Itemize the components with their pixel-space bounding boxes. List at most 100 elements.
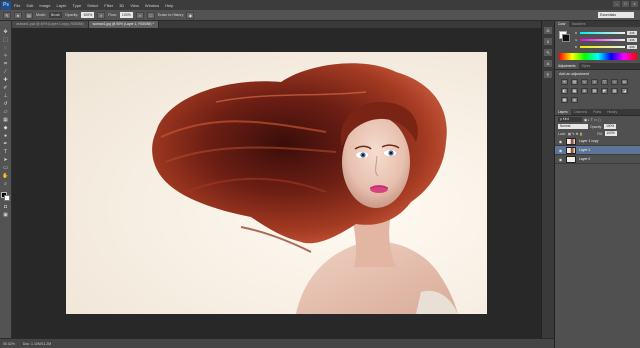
blur-tool-icon[interactable]: ◆ — [2, 125, 10, 131]
menu-3d[interactable]: 3D — [116, 3, 127, 8]
green-value[interactable]: 236 — [627, 38, 637, 42]
history-panel-icon[interactable]: ⎌ — [544, 27, 552, 34]
color-spectrum[interactable] — [559, 53, 637, 60]
visibility-eye-icon[interactable]: ◉ — [558, 157, 563, 162]
type-tool-icon[interactable]: T — [2, 149, 10, 155]
brush-tool-icon[interactable]: ✐ — [2, 85, 10, 91]
photo-filter-icon[interactable]: ▩ — [571, 88, 578, 94]
fill-field[interactable]: 100% — [604, 131, 617, 136]
blue-track[interactable] — [580, 46, 625, 48]
levels-icon[interactable]: ▥ — [571, 79, 578, 85]
layer-opacity-field[interactable]: 100% — [604, 124, 617, 129]
maximize-button[interactable]: □ — [622, 1, 629, 7]
bw-icon[interactable]: ◧ — [561, 88, 568, 94]
menu-type[interactable]: Type — [70, 3, 85, 8]
zoom-tool-icon[interactable]: ⌕ — [2, 181, 10, 187]
paragraph-panel-icon[interactable]: ¶ — [544, 71, 552, 78]
brush-panel-icon[interactable]: ▤ — [25, 11, 33, 19]
gradient-map-icon[interactable]: ▦ — [561, 97, 568, 103]
brightness-icon[interactable]: ☀ — [561, 79, 568, 85]
erase-to-history-checkbox[interactable]: □ — [146, 11, 155, 19]
path-select-tool-icon[interactable]: ➤ — [2, 157, 10, 163]
marquee-tool-icon[interactable]: ⬚ — [2, 37, 10, 43]
properties-panel-icon[interactable]: ℹ — [544, 38, 552, 45]
posterize-icon[interactable]: ▨ — [611, 88, 618, 94]
mixer-icon[interactable]: ⊕ — [581, 88, 588, 94]
flow-field[interactable]: 100% — [119, 12, 133, 18]
threshold-icon[interactable]: ◪ — [621, 88, 628, 94]
visibility-eye-icon[interactable]: ◉ — [558, 148, 563, 153]
tab-woman1-jpg[interactable]: woman1.jpg @ 50% (Layer 1, RGB/8#) * — [88, 21, 159, 28]
visibility-eye-icon[interactable]: ◉ — [558, 139, 563, 144]
red-slider[interactable]: R 236 — [575, 31, 637, 35]
close-button[interactable]: × — [631, 1, 638, 7]
minimize-button[interactable]: – — [613, 1, 620, 7]
character-panel-icon[interactable]: A — [544, 60, 552, 67]
gradient-tool-icon[interactable]: ▦ — [2, 117, 10, 123]
clone-stamp-tool-icon[interactable]: ⊥ — [2, 93, 10, 99]
eraser-tool-preset-icon[interactable]: ✎ — [3, 11, 11, 19]
pen-tool-icon[interactable]: ✒ — [2, 141, 10, 147]
document-image[interactable] — [66, 52, 487, 314]
eraser-tool-icon[interactable]: ▱ — [2, 109, 10, 115]
airbrush-icon[interactable]: ≈ — [135, 11, 144, 19]
brush-size-icon[interactable]: ● — [14, 11, 22, 19]
screen-mode-icon[interactable]: ▣ — [2, 212, 10, 218]
lock-icons[interactable]: ▦ ✎ ✥ 🔒 — [568, 132, 584, 136]
layer-row[interactable]: ◉ Layer 1 — [555, 146, 640, 155]
healing-brush-tool-icon[interactable]: ✚ — [2, 77, 10, 83]
pressure-size-icon[interactable]: ◉ — [186, 11, 195, 19]
opacity-field[interactable]: 100% — [81, 12, 95, 18]
menu-file[interactable]: File — [11, 3, 23, 8]
layer-row[interactable]: ◉ Layer 1 copy — [555, 137, 640, 146]
canvas-area[interactable] — [12, 28, 554, 338]
menu-image[interactable]: Image — [36, 3, 53, 8]
invert-icon[interactable]: ◩ — [601, 88, 608, 94]
menu-select[interactable]: Select — [84, 3, 101, 8]
exposure-icon[interactable]: ± — [591, 79, 598, 85]
vibrance-icon[interactable]: ▽ — [601, 79, 608, 85]
curves-icon[interactable]: ∿ — [581, 79, 588, 85]
green-slider[interactable]: G 236 — [575, 38, 637, 42]
blend-mode-select[interactable]: Normal — [558, 124, 588, 129]
color-swatches[interactable] — [0, 192, 11, 202]
layer-kind-filter[interactable]: ρ Kind — [558, 117, 582, 122]
workspace-select[interactable]: Essentials — [598, 12, 634, 18]
history-brush-tool-icon[interactable]: ↺ — [2, 101, 10, 107]
mode-select[interactable]: Brush — [49, 12, 63, 18]
balance-icon[interactable]: ⚖ — [621, 79, 628, 85]
background-color-swatch[interactable] — [3, 195, 10, 201]
move-tool-icon[interactable]: ✥ — [2, 29, 10, 35]
pressure-opacity-icon[interactable]: ◐ — [97, 11, 106, 19]
hand-tool-icon[interactable]: ✋ — [2, 173, 10, 179]
tab-adjustments[interactable]: Adjustments — [555, 63, 579, 69]
red-track[interactable] — [580, 32, 625, 34]
hue-icon[interactable]: ◑ — [611, 79, 618, 85]
menu-layer[interactable]: Layer — [53, 3, 69, 8]
document-size[interactable]: Doc: 1.10M/11.2M — [23, 342, 51, 346]
filter-icons[interactable]: ▣ ◐ T ▭ ▢ — [584, 118, 601, 122]
menu-window[interactable]: Window — [142, 3, 162, 8]
layer-row[interactable]: ◉ Layer 0 — [555, 155, 640, 164]
menu-help[interactable]: Help — [162, 3, 176, 8]
brush-panel-icon[interactable]: ✎ — [544, 49, 552, 56]
tab-styles[interactable]: Styles — [579, 63, 594, 69]
color-panel-background[interactable] — [562, 34, 570, 42]
menu-view[interactable]: View — [127, 3, 142, 8]
quick-mask-icon[interactable]: ◘ — [2, 204, 10, 210]
eyedropper-tool-icon[interactable]: ⁄ — [2, 69, 10, 75]
zoom-level[interactable]: 50.02% — [3, 342, 15, 346]
green-track[interactable] — [580, 39, 625, 41]
dodge-tool-icon[interactable]: ● — [2, 133, 10, 139]
blue-slider[interactable]: B 236 — [575, 45, 637, 49]
lasso-tool-icon[interactable]: ◌ — [2, 45, 10, 51]
selective-color-icon[interactable]: ◍ — [571, 97, 578, 103]
red-value[interactable]: 236 — [627, 31, 637, 35]
crop-tool-icon[interactable]: ⌗ — [2, 61, 10, 67]
quick-select-tool-icon[interactable]: ✧ — [2, 53, 10, 59]
blue-value[interactable]: 236 — [627, 45, 637, 49]
menu-edit[interactable]: Edit — [23, 3, 36, 8]
lookup-icon[interactable]: ▤ — [591, 88, 598, 94]
shape-tool-icon[interactable]: ▭ — [2, 165, 10, 171]
menu-filter[interactable]: Filter — [101, 3, 116, 8]
